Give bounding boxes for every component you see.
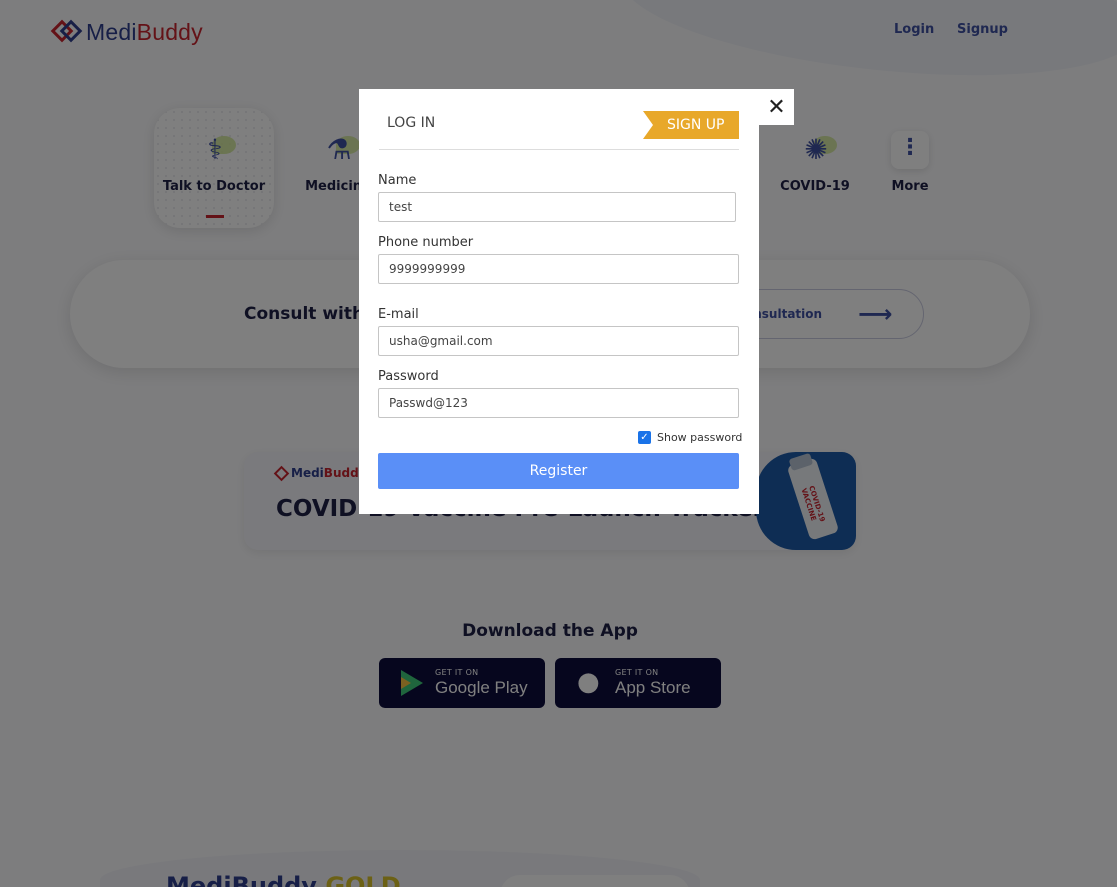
phone-input[interactable] (378, 254, 739, 284)
signup-modal: LOG IN SIGN UP Name Phone number E-mail … (359, 89, 759, 514)
close-icon: ✕ (767, 94, 786, 120)
show-password-toggle[interactable]: ✓ Show password (638, 431, 742, 444)
name-input[interactable] (378, 192, 736, 222)
show-password-checkbox[interactable]: ✓ (638, 431, 651, 444)
close-modal-button[interactable]: ✕ (759, 89, 794, 125)
register-button[interactable]: Register (378, 453, 739, 489)
phone-label: Phone number (378, 235, 474, 250)
show-password-label: Show password (657, 431, 743, 444)
password-input[interactable] (378, 388, 739, 418)
tab-divider (379, 149, 739, 150)
tab-signup[interactable]: SIGN UP (643, 111, 739, 139)
password-label: Password (378, 369, 439, 384)
tab-login[interactable]: LOG IN (387, 115, 435, 131)
email-input[interactable] (378, 326, 739, 356)
name-label: Name (378, 173, 417, 188)
email-label: E-mail (378, 307, 419, 322)
